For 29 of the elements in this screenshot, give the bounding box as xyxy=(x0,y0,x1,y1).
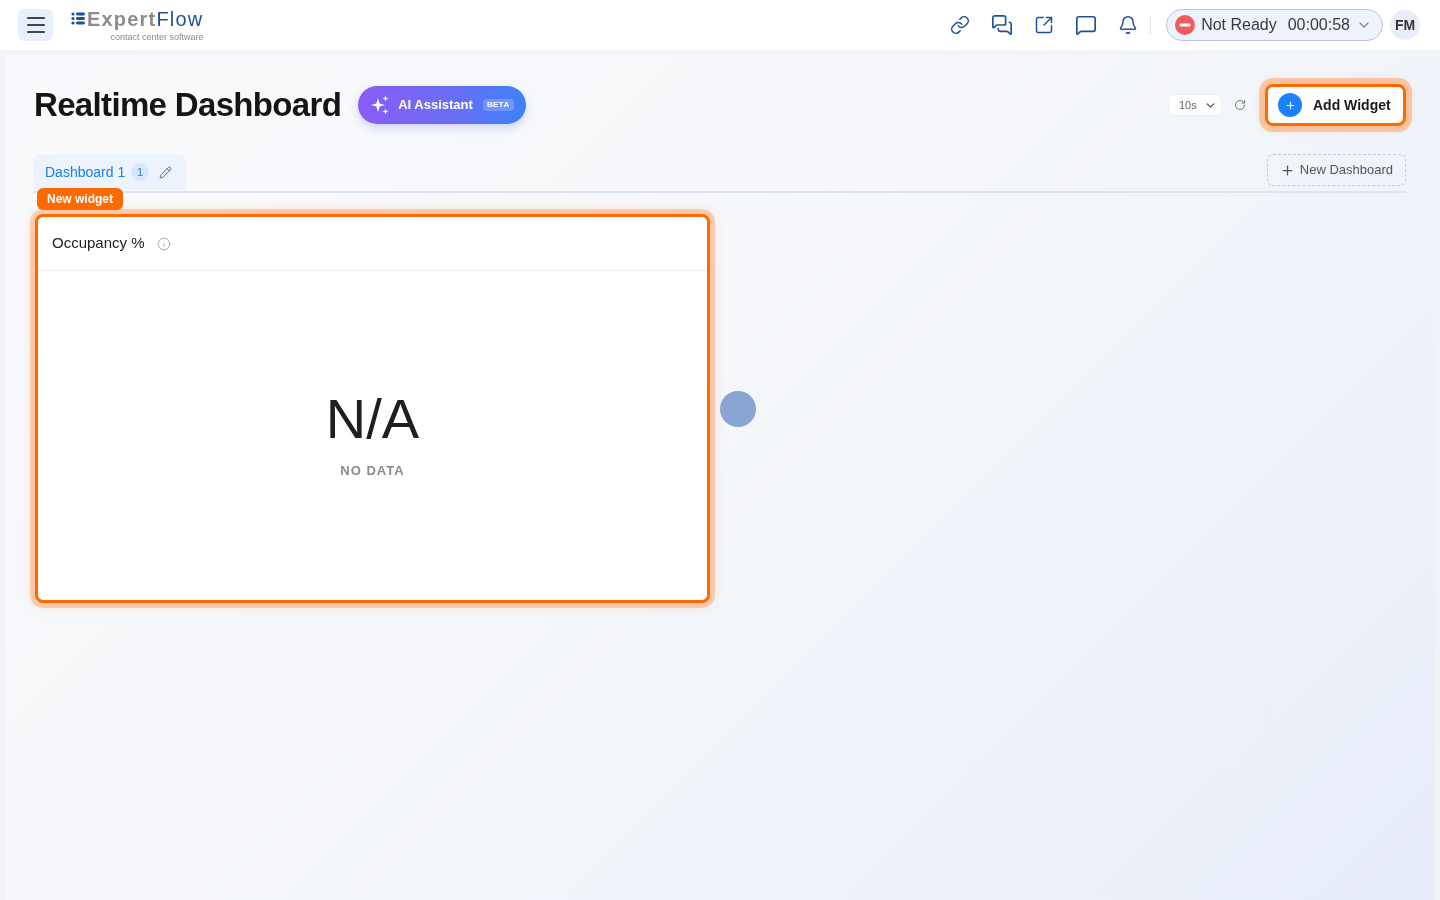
user-avatar[interactable]: FM xyxy=(1390,10,1420,40)
new-widget-tag: New widget xyxy=(37,188,123,210)
count-badge: 1 xyxy=(131,163,150,181)
minus-circle-icon xyxy=(1175,15,1196,35)
dotted-lines-icon xyxy=(71,12,85,25)
logo-tagline: contact center software xyxy=(110,32,204,42)
status-dropdown[interactable]: Not Ready 00:00:58 xyxy=(1166,9,1383,41)
new-dashboard-button[interactable]: New Dashboard xyxy=(1266,154,1406,186)
logo-wordmark: ExpertFlow xyxy=(87,8,204,29)
message-icon[interactable] xyxy=(1075,14,1098,36)
share-icon[interactable] xyxy=(1034,15,1055,35)
menu-button[interactable] xyxy=(18,9,53,41)
widget-title: Occupancy % xyxy=(52,233,145,254)
chat-bubbles-icon[interactable] xyxy=(991,14,1014,36)
ai-assistant-button[interactable]: AI Assistant BETA xyxy=(358,86,526,124)
circle-handle-icon[interactable] xyxy=(720,390,756,427)
add-widget-button[interactable]: Add Widget xyxy=(1265,84,1406,126)
sparkles-icon xyxy=(370,95,391,115)
notifications-icon[interactable] xyxy=(1118,15,1139,35)
refresh-icon[interactable] xyxy=(1234,99,1246,111)
refresh-interval-select[interactable]: 10s xyxy=(1168,94,1222,116)
no-data-caption: NO DATA xyxy=(340,461,405,480)
link-icon[interactable] xyxy=(950,15,971,35)
pencil-icon[interactable] xyxy=(159,165,173,179)
page-title: Realtime Dashboard xyxy=(34,85,342,126)
dashboard-tab[interactable]: Dashboard 1 1 xyxy=(33,154,187,190)
metric-value: N/A xyxy=(325,390,420,447)
plus-icon xyxy=(1279,162,1295,178)
beta-badge: BETA xyxy=(482,99,514,111)
